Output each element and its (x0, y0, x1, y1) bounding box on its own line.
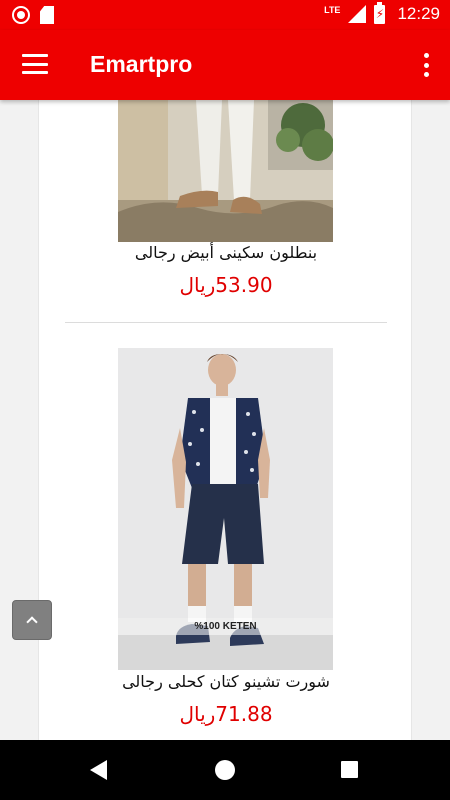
more-options-dot (423, 72, 429, 77)
clock: 12:29 (397, 4, 440, 23)
product-name[interactable]: بنطلون سكينى أبيض رجالى (39, 243, 413, 262)
menu-icon[interactable] (22, 54, 48, 74)
menu-icon-line (22, 71, 48, 74)
menu-icon-line (22, 62, 48, 66)
home-icon[interactable] (215, 760, 235, 780)
status-bar: LTE 12:29 (0, 0, 450, 30)
product-name[interactable]: شورت تشينو كتان كحلى رجالى (39, 672, 413, 691)
chevron-up-icon (26, 616, 38, 628)
sd-card-icon (40, 6, 54, 24)
product-card-container: بنطلون سكينى أبيض رجالى 53.90ريال %100 K… (38, 100, 412, 740)
navy-chino-shorts-photo[interactable]: %100 KETEN (118, 348, 333, 670)
divider (65, 322, 387, 323)
product-price: 71.88ريال (179, 702, 273, 726)
status-left (12, 6, 54, 24)
network-type: LTE (324, 5, 341, 15)
product-list[interactable]: بنطلون سكينى أبيض رجالى 53.90ريال %100 K… (0, 100, 450, 740)
system-navigation-bar (0, 740, 450, 800)
app-bar: Emartpro (0, 30, 450, 100)
white-skinny-pants-photo[interactable] (118, 100, 333, 242)
scroll-to-top-button[interactable] (12, 600, 52, 640)
signal-icon (348, 5, 367, 23)
more-options-dot (423, 62, 429, 68)
more-options-icon[interactable] (422, 53, 430, 77)
recent-apps-icon[interactable] (341, 761, 358, 778)
status-right: LTE 12:29 (324, 1, 440, 24)
battery-charging-icon (374, 1, 386, 24)
record-icon (12, 6, 30, 24)
more-options-dot (423, 53, 429, 58)
app-title: Emartpro (90, 51, 193, 77)
screen: LTE 12:29 Emartpro (0, 0, 450, 800)
image-caption: %100 KETEN (118, 618, 333, 635)
back-icon[interactable] (90, 760, 107, 780)
product-price: 53.90ريال (179, 273, 273, 297)
menu-icon-line (22, 54, 48, 57)
